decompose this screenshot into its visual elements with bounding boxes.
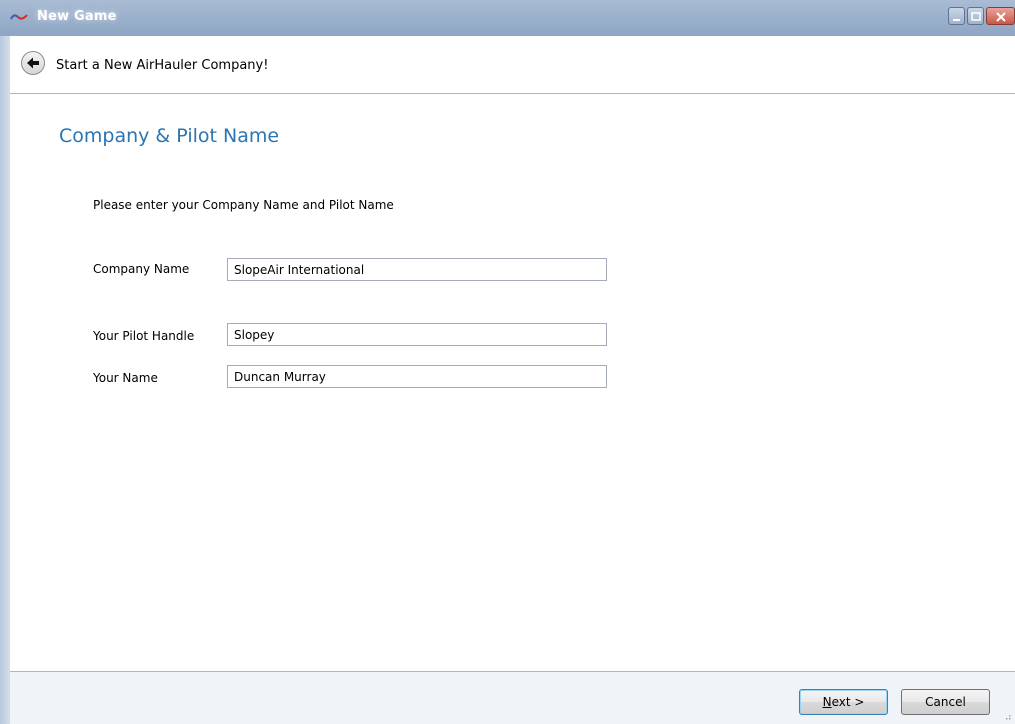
window-frame	[0, 36, 10, 724]
resize-grip-icon[interactable]	[1003, 712, 1011, 720]
wizard-header: Start a New AirHauler Company!	[10, 36, 1015, 94]
next-button[interactable]: Next >	[799, 689, 888, 715]
wizard-content: Company & Pilot Name Please enter your C…	[10, 94, 1015, 672]
your-name-label: Your Name	[93, 371, 158, 385]
wizard-footer: Next > Cancel	[10, 672, 1015, 724]
company-name-label: Company Name	[93, 262, 190, 276]
title-bar[interactable]: New Game	[0, 0, 1015, 36]
cancel-button[interactable]: Cancel	[901, 689, 990, 715]
window-title: New Game	[37, 9, 117, 24]
airhauler-logo-icon	[10, 9, 28, 25]
back-button[interactable]	[21, 51, 45, 75]
pilot-handle-input[interactable]	[227, 323, 607, 346]
pilot-handle-label: Your Pilot Handle	[93, 329, 195, 343]
maximize-button[interactable]	[967, 7, 984, 25]
your-name-input[interactable]	[227, 365, 607, 388]
wizard-title: Start a New AirHauler Company!	[56, 58, 269, 73]
instructions-text: Please enter your Company Name and Pilot…	[93, 198, 394, 212]
back-arrow-icon	[27, 57, 39, 69]
section-title: Company & Pilot Name	[59, 125, 280, 147]
company-name-input[interactable]	[227, 258, 607, 281]
next-mnemonic: N	[822, 695, 832, 709]
close-button[interactable]	[986, 7, 1015, 25]
new-game-window: New Game Start a New AirHauler Company! …	[0, 0, 1015, 724]
minimize-button[interactable]	[948, 7, 965, 25]
next-label: ext >	[831, 695, 865, 709]
